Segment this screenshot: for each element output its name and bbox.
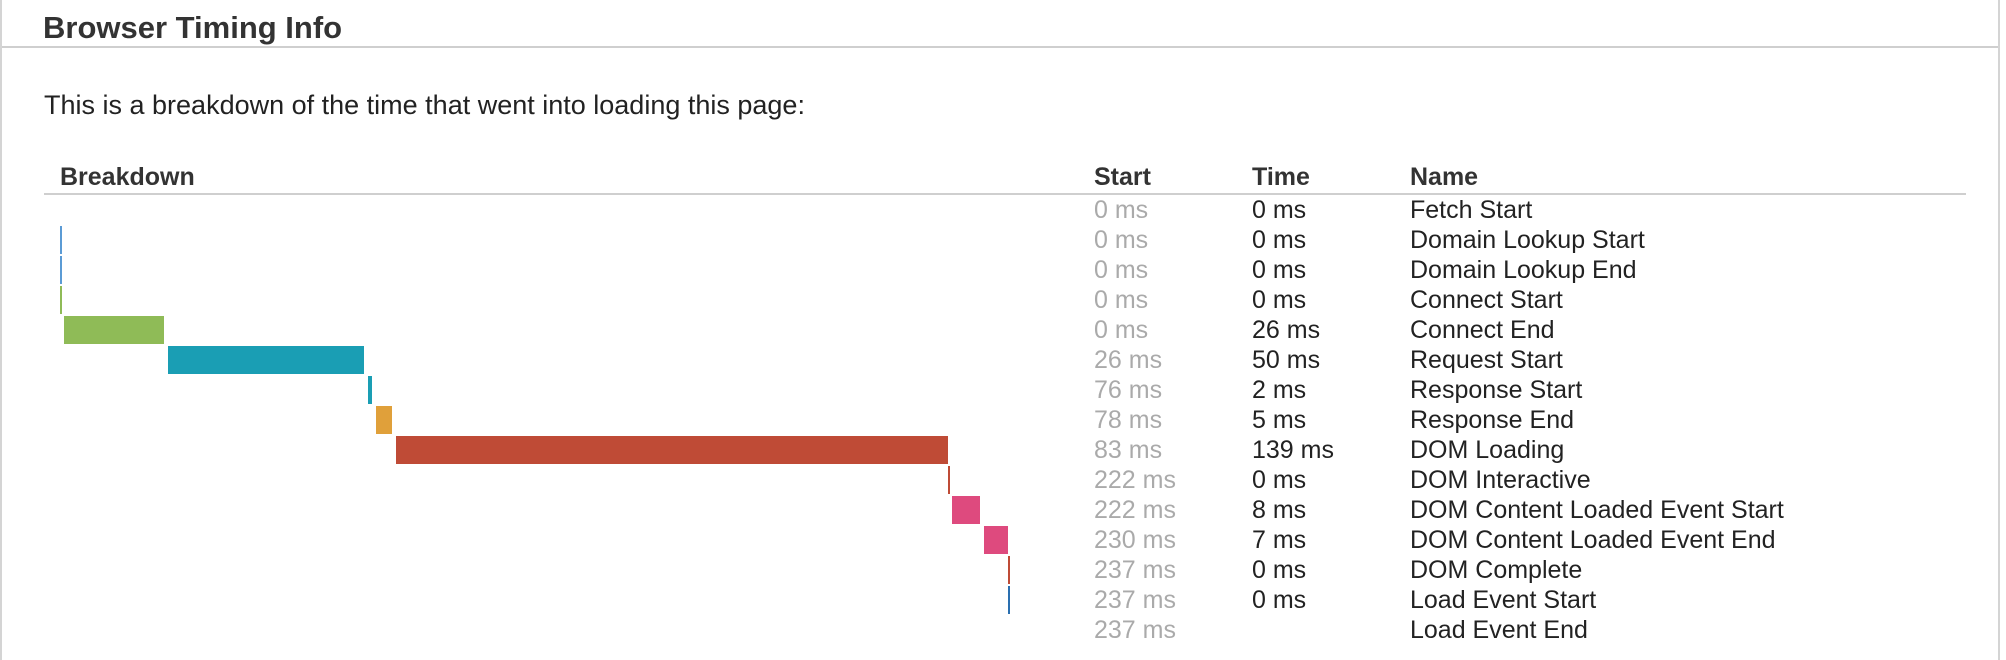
cell-name: DOM Complete <box>1410 556 1583 584</box>
timeline-track <box>60 196 1060 224</box>
timeline-track <box>60 466 1060 494</box>
cell-start: 0 ms <box>1094 286 1149 314</box>
table-row: 78 ms 5 ms Response End <box>44 405 1966 435</box>
cell-start: 222 ms <box>1094 496 1176 524</box>
cell-start: 0 ms <box>1094 316 1149 344</box>
cell-time: 0 ms <box>1252 286 1307 314</box>
timeline-track <box>60 496 1060 524</box>
cell-name: DOM Content Loaded Event Start <box>1410 496 1784 524</box>
timing-table: Breakdown Start Time Name 0 ms 0 ms Fetch … <box>44 160 1966 645</box>
timeline-bar <box>60 286 62 314</box>
table-row: 237 ms 0 ms Load Event Start <box>44 585 1966 615</box>
timeline-track <box>60 526 1060 554</box>
table-row: 237 ms 0 ms DOM Complete <box>44 555 1966 585</box>
cell-start: 237 ms <box>1094 556 1176 584</box>
cell-time: 0 ms <box>1252 586 1307 614</box>
table-row: 83 ms 139 ms DOM Loading <box>44 435 1966 465</box>
cell-time: 0 ms <box>1252 196 1307 224</box>
timeline-track <box>60 616 1060 644</box>
cell-time: 0 ms <box>1252 256 1307 284</box>
timeline-bar <box>376 406 392 434</box>
column-header-breakdown: Breakdown <box>60 163 195 191</box>
timeline-bar <box>168 346 364 374</box>
cell-time: 0 ms <box>1252 466 1307 494</box>
cell-start: 83 ms <box>1094 436 1163 464</box>
cell-name: Domain Lookup Start <box>1410 226 1645 254</box>
cell-start: 237 ms <box>1094 616 1176 644</box>
cell-name: DOM Interactive <box>1410 466 1591 494</box>
cell-name: Connect Start <box>1410 286 1563 314</box>
timeline-bar <box>60 226 62 254</box>
table-row: 0 ms 0 ms Fetch Start <box>44 195 1966 225</box>
cell-start: 0 ms <box>1094 196 1149 224</box>
table-body: 0 ms 0 ms Fetch Start 0 ms 0 ms Domain Lookup… <box>44 195 1966 645</box>
cell-start: 26 ms <box>1094 346 1163 374</box>
timeline-track <box>60 226 1060 254</box>
cell-start: 0 ms <box>1094 226 1149 254</box>
page-title: Browser Timing Info <box>43 10 343 45</box>
cell-time: 0 ms <box>1252 556 1307 584</box>
cell-name: Fetch Start <box>1410 196 1533 224</box>
cell-name: DOM Content Loaded Event End <box>1410 526 1776 554</box>
table-row: 0 ms 0 ms Domain Lookup Start <box>44 225 1966 255</box>
timeline-track <box>60 346 1060 374</box>
cell-start: 222 ms <box>1094 466 1176 494</box>
timeline-track <box>60 406 1060 434</box>
cell-start: 230 ms <box>1094 526 1176 554</box>
cell-name: DOM Loading <box>1410 436 1565 464</box>
cell-time: 139 ms <box>1252 436 1334 464</box>
timeline-bar <box>1008 556 1010 584</box>
timeline-track <box>60 316 1060 344</box>
timeline-bar <box>948 466 950 494</box>
table-row: 222 ms 8 ms DOM Content Loaded Event Start <box>44 495 1966 525</box>
column-header-name: Name <box>1410 163 1479 191</box>
cell-time: 5 ms <box>1252 406 1307 434</box>
table-row: 0 ms 0 ms Domain Lookup End <box>44 255 1966 285</box>
timeline-track <box>60 586 1060 614</box>
cell-time: 7 ms <box>1252 526 1307 554</box>
cell-name: Request Start <box>1410 346 1563 374</box>
table-row: 0 ms 0 ms Connect Start <box>44 285 1966 315</box>
table-row: 26 ms 50 ms Request Start <box>44 345 1966 375</box>
cell-time: 50 ms <box>1252 346 1321 374</box>
timeline-bar <box>368 376 372 404</box>
cell-name: Connect End <box>1410 316 1555 344</box>
column-header-start: Start <box>1094 163 1151 191</box>
cell-name: Load Event Start <box>1410 586 1597 614</box>
table-row: 230 ms 7 ms DOM Content Loaded Event End <box>44 525 1966 555</box>
timeline-bar <box>952 496 980 524</box>
cell-start: 237 ms <box>1094 586 1176 614</box>
cell-time: 2 ms <box>1252 376 1307 404</box>
cell-name: Response Start <box>1410 376 1583 404</box>
timeline-track <box>60 286 1060 314</box>
table-header: Breakdown Start Time Name <box>44 160 1966 195</box>
cell-name: Domain Lookup End <box>1410 256 1637 284</box>
table-row: 237 ms Load Event End <box>44 615 1966 645</box>
timeline-bar <box>1008 586 1010 614</box>
intro-text: This is a breakdown of the time that wen… <box>44 90 805 120</box>
timeline-track <box>60 256 1060 284</box>
cell-start: 76 ms <box>1094 376 1163 404</box>
panel-header: Browser Timing Info <box>2 0 1998 48</box>
cell-time: 0 ms <box>1252 226 1307 254</box>
timeline-track <box>60 436 1060 464</box>
timeline-track <box>60 556 1060 584</box>
cell-time: 26 ms <box>1252 316 1321 344</box>
table-row: 76 ms 2 ms Response Start <box>44 375 1966 405</box>
column-header-time: Time <box>1252 163 1310 191</box>
timeline-bar <box>60 256 62 284</box>
timing-panel: Browser Timing Info This is a breakdown … <box>0 0 2000 660</box>
timeline-bar <box>984 526 1008 554</box>
timeline-track <box>60 376 1060 404</box>
timeline-bar <box>64 316 164 344</box>
table-row: 0 ms 26 ms Connect End <box>44 315 1966 345</box>
cell-name: Response End <box>1410 406 1575 434</box>
cell-start: 0 ms <box>1094 256 1149 284</box>
cell-name: Load Event End <box>1410 616 1588 644</box>
cell-start: 78 ms <box>1094 406 1163 434</box>
timeline-bar <box>396 436 948 464</box>
table-row: 222 ms 0 ms DOM Interactive <box>44 465 1966 495</box>
cell-time: 8 ms <box>1252 496 1307 524</box>
